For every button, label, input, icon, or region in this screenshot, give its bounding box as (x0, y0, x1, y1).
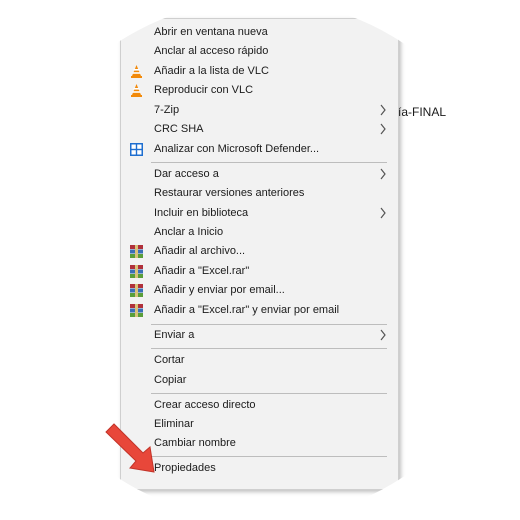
menu-item-label: Incluir en biblioteca (154, 207, 249, 219)
menu-item-rename[interactable]: Cambiar nombre (121, 434, 398, 453)
menu-item-add-vlc-list[interactable]: Añadir a la lista de VLC (121, 62, 398, 81)
annotation-arrow-icon (105, 423, 155, 473)
menu-item-label: Cortar (154, 354, 185, 366)
menu-item-create-shortcut[interactable]: Crear acceso directo (121, 396, 398, 415)
menu-item-label: 7-Zip (154, 104, 180, 116)
menu-item-cut[interactable]: Cortar (121, 351, 398, 370)
menu-item-pin-quick-access[interactable]: Anclar al acceso rápido (121, 42, 398, 61)
menu-separator (151, 393, 387, 394)
menu-separator (151, 324, 387, 325)
menu-separator (151, 162, 387, 163)
menu-item-label: Añadir y enviar por email... (154, 284, 285, 296)
menu-item-add-excel-rar[interactable]: Añadir a "Excel.rar" (121, 262, 398, 281)
menu-item-label: Cambiar nombre (154, 437, 236, 449)
menu-item-pin-start[interactable]: Anclar a Inicio (121, 223, 398, 242)
menu-item-delete[interactable]: Eliminar (121, 415, 398, 434)
menu-item-properties[interactable]: Propiedades (121, 459, 398, 478)
menu-item-7zip[interactable]: 7-Zip (121, 101, 398, 120)
menu-item-label: Dar acceso a (154, 168, 219, 180)
circular-frame: ía-FINAL Abrir en ventana nueva Anclar a… (0, 0, 520, 520)
chevron-right-icon (378, 327, 388, 343)
menu-item-send-to[interactable]: Enviar a (121, 326, 398, 345)
menu-item-include-library[interactable]: Incluir en biblioteca (121, 204, 398, 223)
vlc-cone-icon (129, 83, 144, 98)
menu-item-label: Añadir a "Excel.rar" (154, 265, 250, 277)
menu-item-add-excel-rar-email[interactable]: Añadir a "Excel.rar" y enviar por email (121, 301, 398, 320)
menu-item-label: Copiar (154, 374, 187, 386)
menu-separator (151, 348, 387, 349)
chevron-right-icon (378, 205, 388, 221)
winrar-icon (129, 303, 144, 318)
menu-item-label: CRC SHA (154, 123, 204, 135)
menu-item-label: Propiedades (154, 462, 216, 474)
menu-item-label: Añadir a "Excel.rar" y enviar por email (154, 304, 340, 316)
menu-item-copy[interactable]: Copiar (121, 371, 398, 390)
menu-item-add-send-email[interactable]: Añadir y enviar por email... (121, 281, 398, 300)
winrar-icon (129, 283, 144, 298)
menu-item-label: Anclar a Inicio (154, 226, 224, 238)
defender-shield-icon (129, 142, 144, 157)
menu-item-play-vlc[interactable]: Reproducir con VLC (121, 81, 398, 100)
menu-item-open-new-window[interactable]: Abrir en ventana nueva (121, 23, 398, 42)
menu-item-label: Añadir a la lista de VLC (154, 65, 269, 77)
menu-item-label: Abrir en ventana nueva (154, 26, 268, 38)
menu-item-add-archive[interactable]: Añadir al archivo... (121, 242, 398, 261)
menu-item-label: Anclar al acceso rápido (154, 45, 269, 57)
winrar-icon (129, 264, 144, 279)
chevron-right-icon (378, 121, 388, 137)
menu-item-label: Reproducir con VLC (154, 84, 254, 96)
menu-item-label: Restaurar versiones anteriores (154, 187, 305, 199)
context-menu: Abrir en ventana nueva Anclar al acceso … (120, 18, 399, 490)
winrar-icon (129, 244, 144, 259)
chevron-right-icon (378, 166, 388, 182)
vlc-cone-icon (129, 64, 144, 79)
menu-separator (151, 456, 387, 457)
menu-item-label: Añadir al archivo... (154, 245, 246, 257)
chevron-right-icon (378, 102, 388, 118)
menu-item-label: Enviar a (154, 329, 195, 341)
menu-item-restore-versions[interactable]: Restaurar versiones anteriores (121, 184, 398, 203)
menu-item-defender-scan[interactable]: Analizar con Microsoft Defender... (121, 140, 398, 159)
menu-item-give-access[interactable]: Dar acceso a (121, 165, 398, 184)
menu-item-label: Crear acceso directo (154, 399, 256, 411)
menu-item-label: Analizar con Microsoft Defender... (154, 143, 320, 155)
menu-item-crc-sha[interactable]: CRC SHA (121, 120, 398, 139)
background-filename: ía-FINAL (398, 105, 447, 119)
